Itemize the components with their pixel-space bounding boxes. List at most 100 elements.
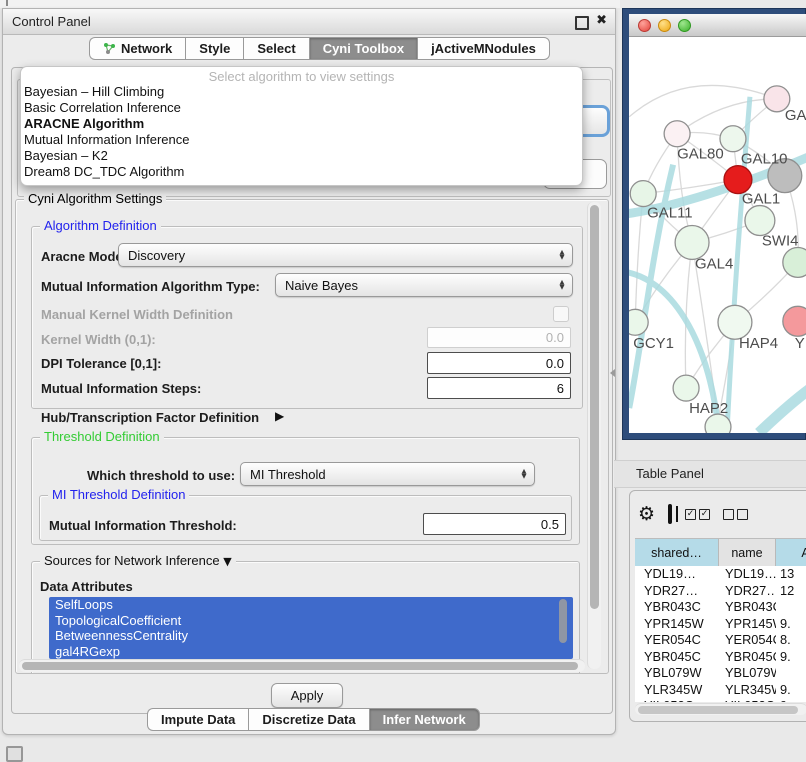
attribute-list-scrollbar[interactable] — [559, 599, 567, 643]
mi-algorithm-type-value: Naive Bayes — [285, 278, 358, 293]
table-row[interactable]: YIL052CYIL052C9 — [635, 698, 806, 702]
unchecked-box-icon — [723, 509, 734, 520]
control-panel-title: Control Panel — [12, 14, 91, 29]
table-row[interactable]: YDR27…YDR27…12 — [635, 583, 806, 600]
collapse-arrow-icon[interactable]: ▼ — [223, 555, 231, 568]
table-row[interactable]: YLR345WYLR345W9. — [635, 682, 806, 699]
unchecked-box-icon — [737, 509, 748, 520]
table-row[interactable]: YBR043CYBR043C — [635, 599, 806, 616]
table-header: shared… name A — [635, 538, 806, 567]
mi-steps-input[interactable] — [427, 377, 571, 399]
close-icon[interactable]: ✖ — [596, 13, 607, 28]
tab-discretize-data-label: Discretize Data — [262, 712, 355, 727]
dropdown-prompt: Select algorithm to view settings — [21, 69, 582, 84]
which-threshold-value: MI Threshold — [250, 467, 326, 482]
top-strip — [0, 0, 620, 8]
dropdown-item[interactable]: Bayesian – Hill Climbing — [21, 84, 582, 100]
aracne-mode-label: Aracne Mode: — [41, 249, 127, 264]
column-header-shared-name[interactable]: shared… — [635, 539, 719, 566]
dropdown-item[interactable]: Bayesian – K2 — [21, 148, 582, 164]
table-row[interactable]: YPR145WYPR145W9. — [635, 616, 806, 633]
mi-algorithm-type-label: Mutual Information Algorithm Type: — [41, 279, 260, 294]
tab-select[interactable]: Select — [243, 37, 308, 60]
show-columns-icon[interactable]: ✓ ✓ — [685, 509, 710, 520]
panel-splitter-handle[interactable] — [610, 369, 615, 377]
gear-icon[interactable]: ⚙ — [638, 504, 655, 524]
dpi-tolerance-input[interactable] — [427, 352, 571, 374]
network-icon — [103, 42, 116, 55]
tab-infer-network[interactable]: Infer Network — [369, 708, 480, 731]
attribute-item[interactable]: SelfLoops — [49, 597, 573, 613]
network-canvas[interactable]: GAL GAL80 GAL10 GAL1 GAL11 SWI4 GAL4 GCY… — [629, 37, 806, 433]
dropdown-item[interactable]: Mutual Information Inference — [21, 132, 582, 148]
hub-definition-label: Hub/Transcription Factor Definition — [41, 410, 259, 425]
hide-columns-icon[interactable] — [723, 509, 748, 520]
table-toolbar: ⚙ ✓ ✓ — [638, 499, 806, 529]
column-header-name[interactable]: name — [719, 539, 776, 566]
network-window-titlebar[interactable] — [629, 14, 806, 37]
scrollbar-thumb[interactable] — [638, 706, 798, 714]
mi-steps-label: Mutual Information Steps: — [41, 381, 201, 396]
combo-stepper-icon: ▲▼ — [552, 280, 572, 291]
aracne-mode-value: Discovery — [128, 248, 185, 263]
table-row[interactable]: YBR045CYBR045C9. — [635, 649, 806, 666]
control-panel-titlebar[interactable]: Control Panel ✖ — [3, 9, 615, 35]
scrollbar-thumb[interactable] — [590, 205, 599, 609]
apply-button-label: Apply — [291, 688, 324, 703]
node-label: Y — [795, 335, 805, 352]
manual-kernel-width-checkbox[interactable] — [553, 306, 569, 322]
mi-algorithm-type-combobox[interactable]: Naive Bayes ▲▼ — [275, 273, 573, 297]
settings-horizontal-scrollbar[interactable] — [19, 659, 585, 672]
node-gal1 — [724, 166, 752, 194]
sources-title-text: Sources for Network Inference — [44, 553, 220, 568]
tab-network[interactable]: Network — [89, 37, 185, 60]
dropdown-item[interactable]: Basic Correlation Inference — [21, 100, 582, 116]
table-panel-title: Table Panel — [636, 466, 704, 481]
control-panel-window: Control Panel ✖ Network Style Select Cyn… — [2, 8, 616, 735]
tab-discretize-data[interactable]: Discretize Data — [248, 708, 368, 731]
settings-vertical-scrollbar[interactable] — [587, 202, 601, 669]
node-label: GCY1 — [633, 335, 674, 352]
kernel-width-input[interactable] — [427, 327, 571, 348]
mi-threshold-definition-title: MI Threshold Definition — [48, 488, 189, 502]
tab-cyni-toolbox[interactable]: Cyni Toolbox — [309, 37, 417, 60]
minimized-panel-icon[interactable] — [6, 746, 23, 762]
window-close-button[interactable] — [638, 19, 651, 32]
mi-threshold-input[interactable] — [423, 513, 566, 535]
split-columns-icon[interactable] — [668, 504, 672, 524]
attribute-item[interactable]: gal4RGexp — [49, 644, 573, 660]
data-attributes-list: SelfLoops TopologicalCoefficient Between… — [49, 597, 573, 659]
data-attributes-label: Data Attributes — [40, 579, 133, 594]
apply-button[interactable]: Apply — [271, 683, 343, 708]
attribute-item[interactable]: TopologicalCoefficient — [49, 613, 573, 629]
control-panel-tabbar: Network Style Select Cyni Toolbox jActiv… — [89, 37, 550, 60]
table-horizontal-scrollbar[interactable] — [635, 703, 806, 715]
which-threshold-combobox[interactable]: MI Threshold ▲▼ — [240, 462, 535, 486]
node-gal11 — [630, 181, 656, 207]
algorithm-definition-title: Algorithm Definition — [40, 219, 161, 233]
tab-style[interactable]: Style — [185, 37, 243, 60]
expand-arrow-icon[interactable]: ▶ — [275, 409, 284, 423]
aracne-mode-combobox[interactable]: Discovery ▲▼ — [118, 243, 573, 267]
mi-threshold-label: Mutual Information Threshold: — [49, 518, 237, 533]
window-zoom-button[interactable] — [678, 19, 691, 32]
sources-group-title: Sources for Network Inference ▼ — [40, 554, 236, 569]
window-minimize-button[interactable] — [658, 19, 671, 32]
node-gal10 — [720, 126, 746, 152]
attribute-item[interactable]: BetweennessCentrality — [49, 628, 573, 644]
dropdown-item-selected[interactable]: ARACNE Algorithm — [21, 116, 582, 132]
table-row[interactable]: YBL079WYBL079W — [635, 665, 806, 682]
checked-box-icon: ✓ — [699, 509, 710, 520]
scrollbar-thumb[interactable] — [22, 662, 578, 670]
node-label: HAP4 — [739, 335, 778, 352]
float-window-icon[interactable] — [575, 16, 589, 30]
table-row[interactable]: YER054CYER054C8. — [635, 632, 806, 649]
table-row[interactable]: YDL19…YDL19…13 — [635, 566, 806, 583]
column-header[interactable]: A — [776, 539, 806, 566]
dropdown-item[interactable]: Dream8 DC_TDC Algorithm — [21, 164, 582, 180]
node-gal4 — [675, 226, 709, 260]
tab-jactivemnodules[interactable]: jActiveMNodules — [417, 37, 550, 60]
node-hap4 — [718, 305, 752, 339]
dpi-tolerance-label: DPI Tolerance [0,1]: — [41, 356, 161, 371]
tab-impute-data[interactable]: Impute Data — [147, 708, 248, 731]
